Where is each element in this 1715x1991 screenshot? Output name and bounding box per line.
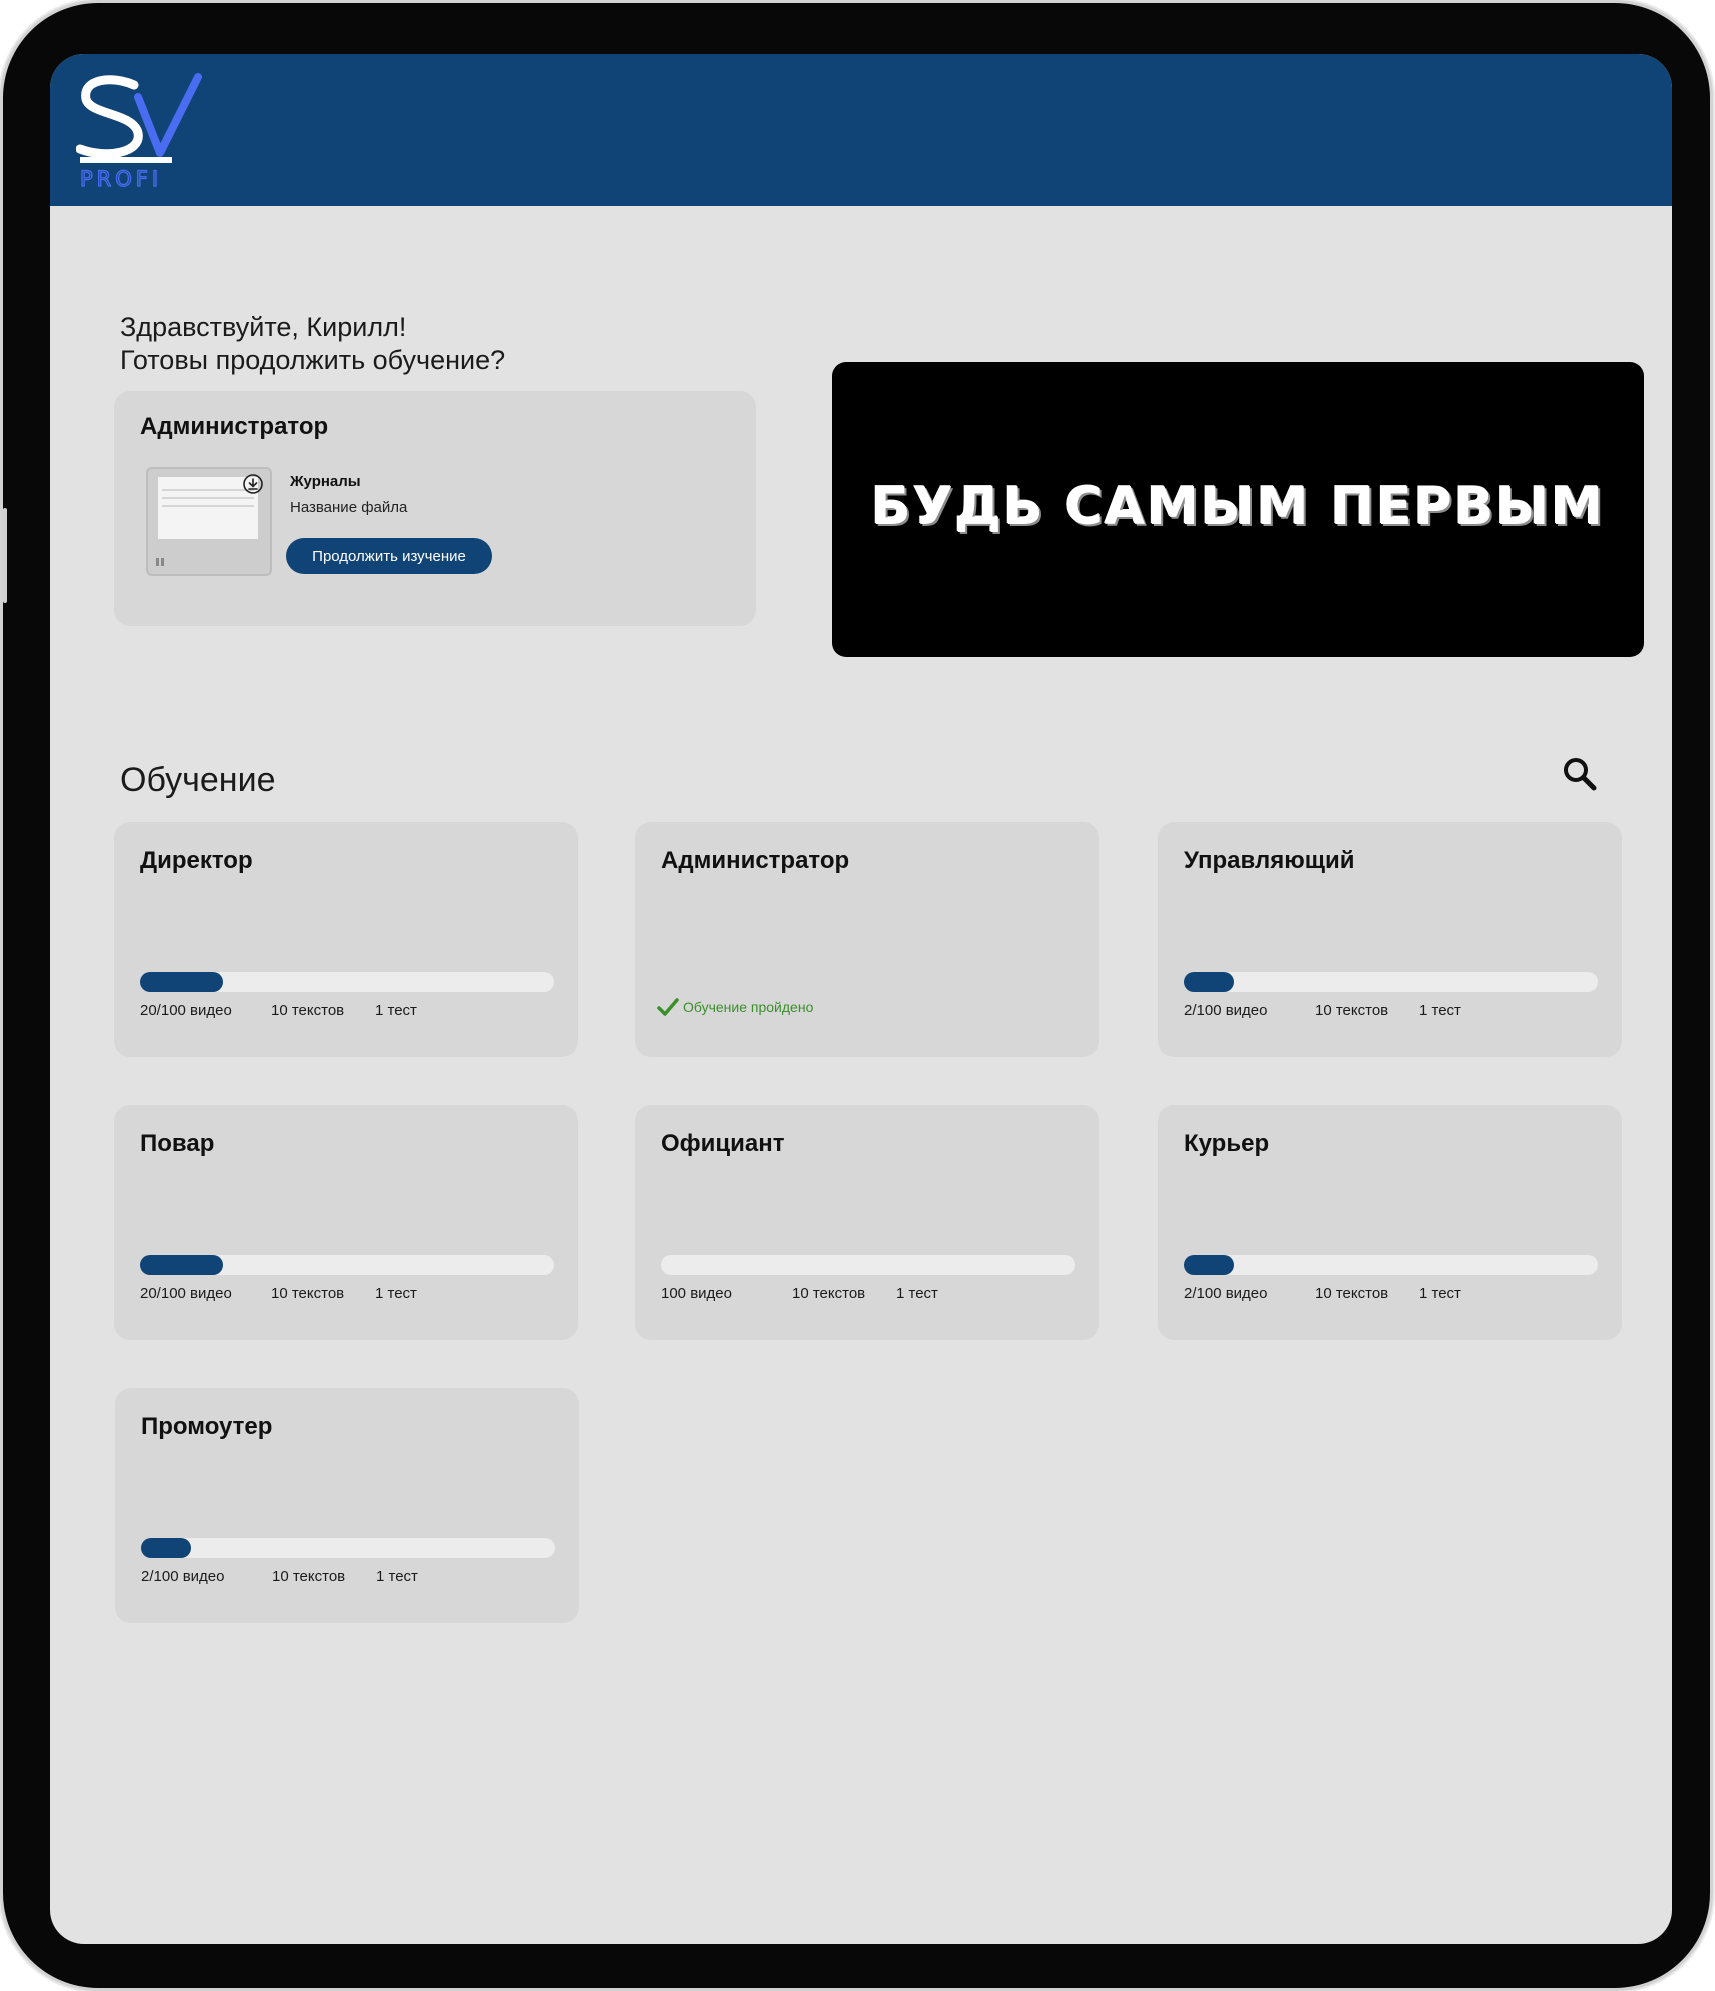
banner-text: БУДЬ САМЫМ ПЕРВЫМ: [870, 477, 1606, 537]
test-count: 1 тест: [375, 1002, 417, 1019]
course-title: Повар: [140, 1130, 215, 1157]
completed-label: Обучение пройдено: [683, 999, 814, 1015]
video-count: 100 видео: [661, 1285, 732, 1302]
progress-fill: [1184, 972, 1234, 992]
side-button: [3, 508, 7, 603]
course-title: Официант: [661, 1130, 785, 1157]
progress-bar: [1184, 972, 1598, 992]
video-count: 20/100 видео: [140, 1285, 232, 1302]
pause-icon[interactable]: [155, 557, 165, 567]
video-count: 2/100 видео: [1184, 1002, 1268, 1019]
progress-bar: [140, 972, 554, 992]
course-card-waiter[interactable]: Официант 100 видео 10 текстов 1 тест: [635, 1105, 1099, 1340]
file-thumbnail[interactable]: [146, 467, 272, 576]
course-title: Администратор: [661, 847, 850, 874]
greeting: Здравствуйте, Кирилл! Готовы продолжить …: [120, 311, 505, 377]
download-icon[interactable]: [242, 473, 264, 495]
progress-fill: [140, 972, 223, 992]
app-screen: PROFI Здравствуйте, Кирилл! Готовы продо…: [50, 54, 1672, 1944]
text-count: 10 текстов: [792, 1285, 866, 1302]
video-count: 20/100 видео: [140, 1002, 232, 1019]
completed-status: Обучение пройдено: [657, 998, 813, 1016]
video-count: 2/100 видео: [141, 1568, 225, 1585]
course-card-promoter[interactable]: Промоутер 2/100 видео 10 текстов 1 тест: [115, 1388, 579, 1623]
progress-fill: [140, 1255, 223, 1275]
test-count: 1 тест: [896, 1285, 938, 1302]
tablet-frame: PROFI Здравствуйте, Кирилл! Готовы продо…: [3, 3, 1710, 1988]
text-count: 10 текстов: [1315, 1285, 1389, 1302]
continue-learning-card: Администратор Журналы Название файла Про…: [114, 391, 756, 626]
progress-bar: [661, 1255, 1075, 1275]
promo-banner[interactable]: БУДЬ САМЫМ ПЕРВЫМ: [832, 362, 1644, 657]
progress-bar: [140, 1255, 554, 1275]
top-bar: PROFI: [50, 54, 1672, 206]
greeting-line: Здравствуйте, Кирилл!: [120, 312, 407, 342]
section-title: Обучение: [120, 761, 276, 799]
course-card-director[interactable]: Директор 20/100 видео 10 текстов 1 тест: [114, 822, 578, 1057]
file-title: Журналы: [290, 473, 361, 490]
progress-fill: [1184, 1255, 1234, 1275]
test-count: 1 тест: [1419, 1002, 1461, 1019]
video-count: 2/100 видео: [1184, 1285, 1268, 1302]
progress-bar: [141, 1538, 555, 1558]
course-title: Промоутер: [141, 1413, 273, 1440]
greeting-subline: Готовы продолжить обучение?: [120, 345, 506, 375]
text-count: 10 текстов: [272, 1568, 346, 1585]
progress-fill: [141, 1538, 191, 1558]
continue-card-title: Администратор: [140, 413, 329, 440]
text-count: 10 текстов: [271, 1002, 345, 1019]
test-count: 1 тест: [375, 1285, 417, 1302]
logo-wordmark: PROFI: [80, 167, 162, 191]
checkmark-icon: [657, 998, 679, 1016]
course-title: Курьер: [1184, 1130, 1270, 1157]
course-card-manager[interactable]: Управляющий 2/100 видео 10 текстов 1 тес…: [1158, 822, 1622, 1057]
progress-bar: [1184, 1255, 1598, 1275]
search-icon[interactable]: [1560, 754, 1600, 794]
test-count: 1 тест: [1419, 1285, 1461, 1302]
text-count: 10 текстов: [271, 1285, 345, 1302]
course-title: Управляющий: [1184, 847, 1355, 874]
file-name: Название файла: [290, 499, 408, 516]
continue-button[interactable]: Продолжить изучение: [286, 538, 492, 574]
test-count: 1 тест: [376, 1568, 418, 1585]
text-count: 10 текстов: [1315, 1002, 1389, 1019]
course-card-administrator[interactable]: Администратор Обучение пройдено: [635, 822, 1099, 1057]
course-title: Директор: [140, 847, 253, 874]
course-card-courier[interactable]: Курьер 2/100 видео 10 текстов 1 тест: [1158, 1105, 1622, 1340]
sv-profi-logo[interactable]: PROFI: [76, 71, 206, 191]
course-card-cook[interactable]: Повар 20/100 видео 10 текстов 1 тест: [114, 1105, 578, 1340]
